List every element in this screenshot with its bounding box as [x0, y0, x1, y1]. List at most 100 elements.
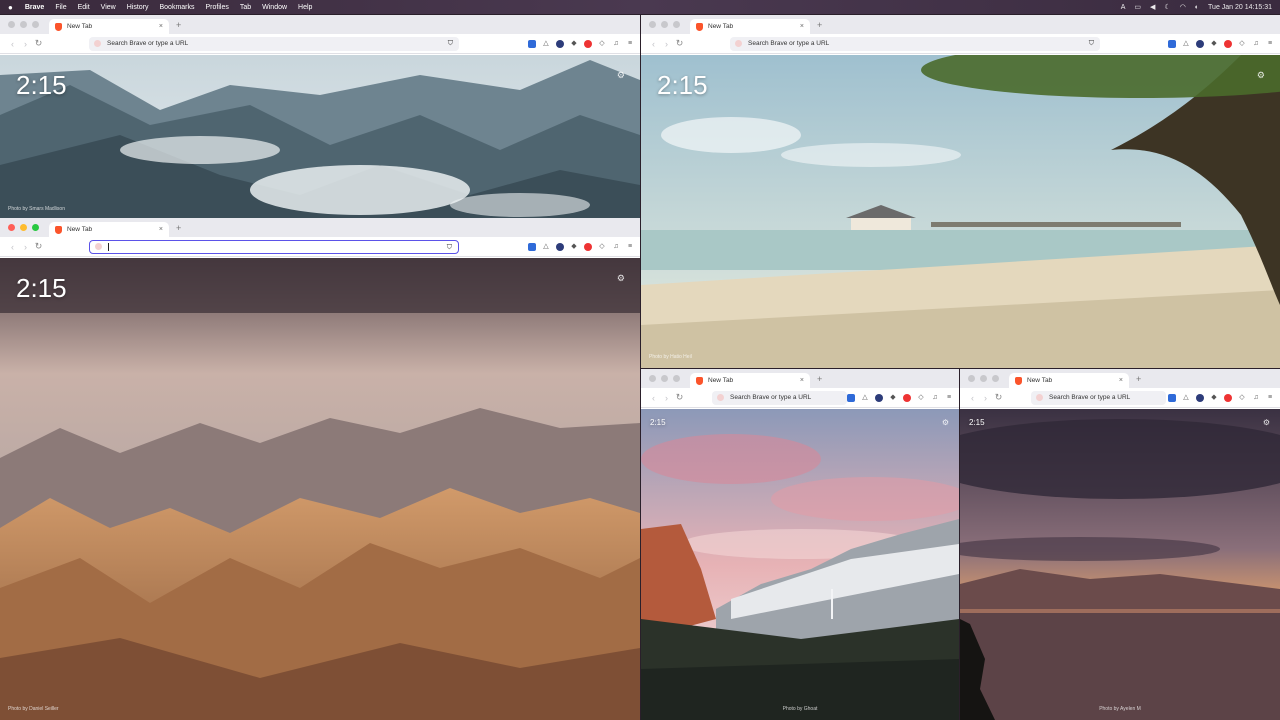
close-window-button[interactable] — [649, 21, 656, 28]
zoom-window-button[interactable] — [32, 224, 39, 231]
leo-icon[interactable]: △ — [1182, 394, 1190, 402]
extensions-icon[interactable]: ◇ — [598, 243, 606, 251]
settings-gear-icon[interactable]: ⚙ — [617, 273, 625, 284]
tab-new-tab[interactable]: New Tab × — [690, 19, 810, 34]
vpn-icon[interactable] — [875, 393, 883, 402]
media-icon[interactable]: ♫ — [612, 40, 620, 48]
address-bar[interactable]: ⛉ — [89, 239, 459, 254]
sidebar-icon[interactable] — [528, 39, 536, 48]
brave-shields-icon[interactable]: ⛉ — [447, 244, 452, 252]
menu-icon[interactable]: ≡ — [626, 243, 634, 251]
close-window-button[interactable] — [8, 21, 15, 28]
vpn-icon[interactable] — [556, 39, 564, 48]
rewards-icon[interactable] — [903, 393, 911, 402]
minimize-window-button[interactable] — [20, 21, 27, 28]
forward-button[interactable]: › — [19, 39, 32, 49]
extensions-icon[interactable]: ◇ — [1238, 394, 1246, 402]
rewards-icon[interactable] — [584, 242, 592, 251]
brave-shields-icon[interactable]: ⛉ — [448, 40, 453, 48]
menu-help[interactable]: Help — [298, 4, 312, 11]
menu-icon[interactable]: ≡ — [1266, 40, 1274, 48]
rewards-icon[interactable] — [584, 39, 592, 48]
minimize-window-button[interactable] — [661, 21, 668, 28]
menu-profiles[interactable]: Profiles — [206, 4, 229, 11]
reload-button[interactable]: ↻ — [673, 392, 686, 403]
minimize-window-button[interactable] — [980, 375, 987, 382]
menu-bookmarks[interactable]: Bookmarks — [159, 4, 194, 11]
settings-gear-icon[interactable]: ⚙ — [1257, 70, 1265, 81]
leo-icon[interactable]: △ — [861, 394, 869, 402]
sidebar-icon[interactable] — [1168, 39, 1176, 48]
close-tab-icon[interactable]: × — [159, 23, 163, 30]
reload-button[interactable]: ↻ — [673, 38, 686, 49]
close-tab-icon[interactable]: × — [159, 226, 163, 233]
moon-icon[interactable]: ☾ — [1164, 3, 1170, 11]
menu-brave[interactable]: Brave — [25, 4, 44, 11]
wallet-icon[interactable]: ◆ — [1210, 40, 1218, 48]
wallet-icon[interactable]: ◆ — [1210, 394, 1218, 402]
brave-shields-icon[interactable]: ⛉ — [1089, 40, 1094, 48]
close-tab-icon[interactable]: × — [800, 377, 804, 384]
wallet-icon[interactable]: ◆ — [889, 394, 897, 402]
browser-window-bottom-right[interactable]: New Tab × + ‹ › ↻ Search Brave or type a… — [960, 369, 1280, 720]
photo-credit[interactable]: Photo by Smars Madlison — [8, 206, 65, 212]
leo-icon[interactable]: △ — [542, 40, 550, 48]
tab-new-tab[interactable]: New Tab × — [49, 19, 169, 34]
address-bar[interactable]: Search Brave or type a URL ⛉ — [730, 36, 1100, 51]
extensions-icon[interactable]: ◇ — [598, 40, 606, 48]
photo-credit[interactable]: Photo by Ayelen M — [960, 706, 1280, 712]
media-icon[interactable]: ♫ — [612, 243, 620, 251]
reload-button[interactable]: ↻ — [992, 392, 1005, 403]
close-window-button[interactable] — [968, 375, 975, 382]
wallet-icon[interactable]: ◆ — [570, 243, 578, 251]
back-button[interactable]: ‹ — [966, 393, 979, 403]
close-window-button[interactable] — [8, 224, 15, 231]
settings-gear-icon[interactable]: ⚙ — [1263, 418, 1270, 427]
new-tab-button[interactable]: + — [1136, 374, 1141, 384]
forward-button[interactable]: › — [979, 393, 992, 403]
extensions-icon[interactable]: ◇ — [917, 394, 925, 402]
reload-button[interactable]: ↻ — [32, 38, 45, 49]
browser-window-bottom-middle[interactable]: New Tab × + ‹ › ↻ Search Brave or type a… — [641, 369, 959, 720]
rewards-icon[interactable] — [1224, 393, 1232, 402]
zoom-window-button[interactable] — [32, 21, 39, 28]
battery-icon[interactable]: ▭ — [1134, 3, 1141, 11]
tab-new-tab[interactable]: New Tab × — [690, 373, 810, 388]
menu-icon[interactable]: ≡ — [1266, 394, 1274, 402]
menu-window[interactable]: Window — [262, 4, 287, 11]
tab-new-tab[interactable]: New Tab × — [49, 222, 169, 237]
media-icon[interactable]: ♫ — [1252, 40, 1260, 48]
tab-new-tab[interactable]: New Tab × — [1009, 373, 1129, 388]
menu-icon[interactable]: ≡ — [945, 394, 953, 402]
menu-edit[interactable]: Edit — [78, 4, 90, 11]
address-bar[interactable]: Search Brave or type a URL — [1031, 390, 1166, 405]
wallet-icon[interactable]: ◆ — [570, 40, 578, 48]
vpn-icon[interactable] — [1196, 393, 1204, 402]
zoom-window-button[interactable] — [992, 375, 999, 382]
settings-gear-icon[interactable]: ⚙ — [617, 70, 625, 81]
reload-button[interactable]: ↻ — [32, 241, 45, 252]
photo-credit[interactable]: Photo by Ghoat — [641, 706, 959, 712]
menu-view[interactable]: View — [101, 4, 116, 11]
input-source-indicator[interactable]: A — [1121, 4, 1126, 11]
menu-tab[interactable]: Tab — [240, 4, 251, 11]
minimize-window-button[interactable] — [20, 224, 27, 231]
new-tab-button[interactable]: + — [817, 374, 822, 384]
sidebar-icon[interactable] — [1168, 393, 1176, 402]
back-button[interactable]: ‹ — [6, 39, 19, 49]
menu-icon[interactable]: ≡ — [626, 40, 634, 48]
vpn-icon[interactable] — [1196, 39, 1204, 48]
new-tab-button[interactable]: + — [817, 20, 822, 30]
media-icon[interactable]: ♫ — [1252, 394, 1260, 402]
forward-button[interactable]: › — [660, 393, 673, 403]
zoom-window-button[interactable] — [673, 21, 680, 28]
control-center-icon[interactable]: ◐ — [1195, 4, 1199, 11]
settings-gear-icon[interactable]: ⚙ — [942, 418, 949, 427]
menubar-clock[interactable]: Tue Jan 20 14:15:31 — [1208, 4, 1272, 11]
back-button[interactable]: ‹ — [647, 39, 660, 49]
leo-icon[interactable]: △ — [542, 243, 550, 251]
address-bar[interactable]: Search Brave or type a URL — [712, 390, 847, 405]
back-button[interactable]: ‹ — [647, 393, 660, 403]
new-tab-button[interactable]: + — [176, 20, 181, 30]
menu-history[interactable]: History — [127, 4, 149, 11]
